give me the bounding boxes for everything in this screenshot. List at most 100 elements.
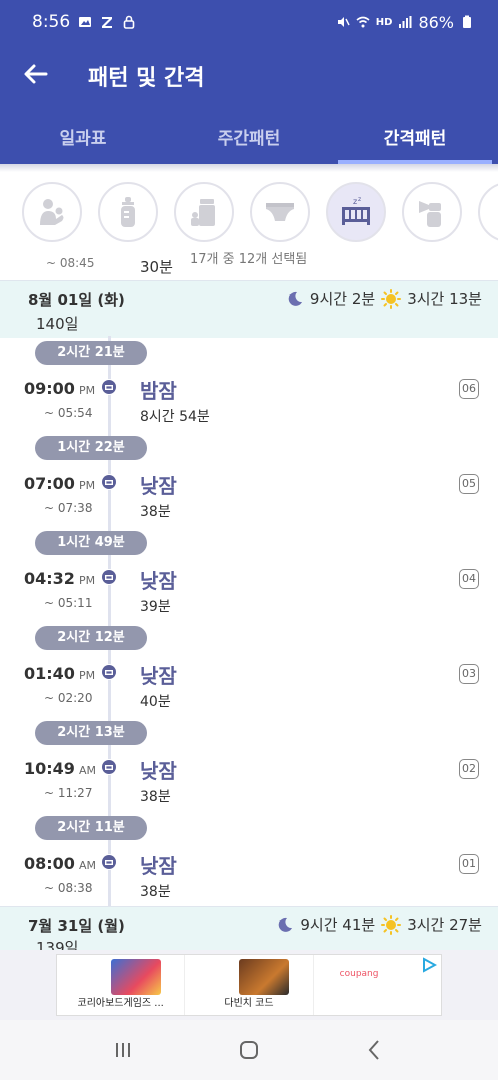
- moon-icon: z: [279, 917, 293, 932]
- svg-text:z: z: [358, 196, 361, 203]
- partial-end-time: ~ 08:45: [46, 256, 95, 270]
- am-pm-label: AM: [78, 859, 96, 872]
- crib-icon: [101, 854, 117, 870]
- home-icon[interactable]: [236, 1037, 262, 1063]
- signal-icon: [399, 16, 412, 28]
- filter-selection-count: 17개 중 12개 선택됨: [190, 252, 308, 267]
- battery-percent: 86%: [418, 12, 454, 32]
- sun-icon: [381, 288, 402, 309]
- day-age: 140일: [36, 315, 79, 333]
- tab-weekly-pattern[interactable]: 주간패턴: [166, 114, 332, 164]
- app-z-icon: [102, 17, 113, 28]
- entry-sequence-badge: 05: [459, 474, 479, 494]
- ad-banner[interactable]: 코리아보드게임즈 ... 다빈치 코드 coupang: [0, 950, 498, 1020]
- end-time: ~ 07:38: [44, 501, 93, 515]
- filter-formula[interactable]: [174, 182, 234, 242]
- filter-sleep[interactable]: zz: [326, 182, 386, 242]
- start-time: 04:32 PM: [24, 569, 95, 588]
- end-time: ~ 05:54: [44, 406, 93, 420]
- interval-gap-pill: 2시간 21분: [35, 341, 147, 365]
- ad-item-label: 코리아보드게임즈 ...: [77, 998, 164, 1009]
- recent-apps-icon[interactable]: [110, 1037, 136, 1063]
- am-pm-label: PM: [78, 669, 96, 682]
- interval-gap-pill: 2시간 12분: [35, 626, 147, 650]
- battery-icon: [463, 15, 471, 28]
- breastfeed-icon: [40, 199, 64, 225]
- tab-interval-pattern[interactable]: 간격패턴: [332, 114, 498, 164]
- interval-gap-pill: 1시간 49분: [35, 531, 147, 555]
- partial-duration: 30분: [140, 258, 173, 276]
- filter-pump[interactable]: [402, 182, 462, 242]
- sleep-type: 낮잠: [140, 474, 177, 498]
- day-total: 3시간 13분: [407, 290, 482, 308]
- crib-icon: [101, 759, 117, 775]
- sleep-type: 낮잠: [140, 759, 177, 783]
- ad-item-3[interactable]: coupang: [314, 955, 441, 1015]
- entry-sequence-badge: 03: [459, 664, 479, 684]
- end-time: ~ 02:20: [44, 691, 93, 705]
- am-pm-label: PM: [78, 574, 96, 587]
- ad-thumbnail-image: [239, 959, 290, 995]
- end-time: ~ 08:38: [44, 881, 93, 895]
- category-filter-row: zz: [0, 182, 498, 248]
- status-bar: 8:56 HD 86%: [0, 0, 498, 44]
- tab-bar: 일과표 주간패턴 간격패턴: [0, 114, 498, 164]
- ad-thumbnail-image: [111, 959, 161, 995]
- start-time-value: 10:49: [24, 759, 75, 778]
- formula-icon: [191, 199, 215, 226]
- start-time: 07:00 PM: [24, 474, 95, 493]
- adchoices-icon[interactable]: [421, 957, 437, 973]
- ad-brand-logo: coupang: [339, 969, 379, 979]
- sleep-type: 낮잠: [140, 664, 177, 688]
- day-total: 3시간 27분: [407, 916, 482, 934]
- sleep-duration: 38분: [140, 884, 171, 900]
- day-date: 7월 31일 (월): [28, 917, 125, 935]
- interval-gap-pill: 2시간 11분: [35, 816, 147, 840]
- ad-container[interactable]: 코리아보드게임즈 ... 다빈치 코드 coupang: [56, 954, 442, 1016]
- system-nav-bar: [0, 1020, 498, 1080]
- sleep-duration: 39분: [140, 599, 171, 615]
- crib-icon: [101, 664, 117, 680]
- start-time-value: 01:40: [24, 664, 75, 683]
- start-time: 01:40 PM: [24, 664, 95, 683]
- tab-schedule[interactable]: 일과표: [0, 114, 166, 164]
- day-date: 8월 01일 (화): [28, 291, 125, 309]
- am-pm-label: PM: [78, 479, 96, 492]
- start-time: 09:00 PM: [24, 379, 95, 398]
- night-total: 9시간 2분: [309, 290, 376, 308]
- back-arrow-icon[interactable]: [20, 58, 52, 90]
- entry-sequence-badge: 01: [459, 854, 479, 874]
- end-time: ~ 11:27: [44, 786, 93, 800]
- diaper-icon: [266, 203, 294, 221]
- filter-more[interactable]: [478, 182, 498, 242]
- filter-bottle[interactable]: [98, 182, 158, 242]
- network-label: HD: [375, 16, 393, 28]
- back-icon[interactable]: [362, 1037, 388, 1063]
- start-time: 08:00 AM: [24, 854, 96, 873]
- sleep-duration: 8시간 54분: [140, 409, 210, 425]
- start-time-value: 07:00: [24, 474, 75, 493]
- sleep-duration: 38분: [140, 789, 171, 805]
- entry-sequence-badge: 06: [459, 379, 479, 399]
- start-time-value: 08:00: [24, 854, 75, 873]
- am-pm-label: AM: [78, 764, 96, 777]
- app-bar: 패턴 및 간격 일과표 주간패턴 간격패턴: [0, 44, 498, 164]
- crib-icon: zz: [342, 196, 370, 225]
- ad-item-1[interactable]: 코리아보드게임즈 ...: [57, 955, 186, 1015]
- status-time: 8:56: [32, 12, 71, 32]
- svg-text:z: z: [279, 919, 282, 925]
- interval-gap-pill: 1시간 22분: [35, 436, 147, 460]
- gallery-icon: [79, 17, 92, 27]
- start-time: 10:49 AM: [24, 759, 96, 778]
- ad-item-2[interactable]: 다빈치 코드: [185, 955, 314, 1015]
- ad-item-label: 다빈치 코드: [224, 998, 274, 1009]
- sun-icon: [381, 914, 402, 935]
- start-time-value: 04:32: [24, 569, 75, 588]
- filter-breastfeed[interactable]: [22, 182, 82, 242]
- sleep-type: 낮잠: [140, 569, 177, 593]
- filter-diaper[interactable]: [250, 182, 310, 242]
- wifi-icon: [356, 16, 370, 28]
- entry-sequence-badge: 02: [459, 759, 479, 779]
- bottle-icon: [121, 197, 135, 227]
- night-total: 9시간 41분: [300, 916, 376, 934]
